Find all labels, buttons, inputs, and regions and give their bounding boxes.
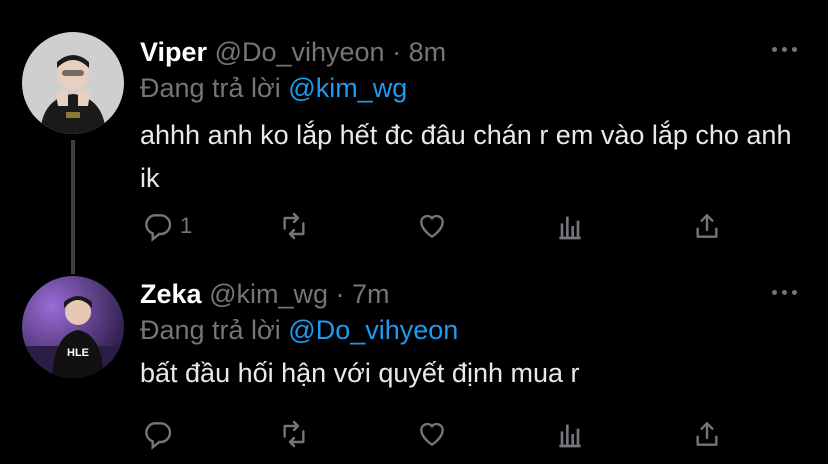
retweet-button[interactable]: [278, 416, 310, 452]
tweet-actions: [140, 416, 740, 452]
timestamp[interactable]: 8m: [409, 37, 447, 67]
retweet-icon: [283, 420, 305, 448]
retweet-button[interactable]: [278, 208, 310, 244]
tweet[interactable]: HLE Zeka @kim_wg · 7m Đang trả lời @Do_v…: [0, 268, 828, 464]
tweet-text: ahhh anh ko lắp hết đc đâu chán r em vào…: [140, 120, 792, 193]
avatar-photo: [22, 32, 124, 134]
reply-mention[interactable]: @Do_vihyeon: [288, 315, 458, 345]
reply-button[interactable]: 1: [142, 208, 192, 244]
avatar-photo: HLE: [22, 276, 124, 378]
avatar[interactable]: HLE: [22, 276, 124, 378]
timestamp[interactable]: 7m: [352, 279, 390, 309]
reply-button[interactable]: [142, 416, 180, 452]
reply-icon: [145, 214, 172, 242]
reply-context: Đang trả lời @Do_vihyeon: [140, 314, 458, 346]
analytics-button[interactable]: [554, 416, 586, 452]
reply-icon: [145, 422, 172, 450]
more-icon[interactable]: [770, 45, 800, 55]
display-name[interactable]: Zeka: [140, 279, 202, 309]
analytics-icon: [559, 424, 581, 448]
reply-label: Đang trả lời: [140, 315, 281, 345]
tweet[interactable]: Viper @Do_vihyeon · 8m Đang trả lời @kim…: [0, 0, 828, 274]
reply-label: Đang trả lời: [140, 73, 281, 103]
share-icon: [696, 214, 718, 238]
tweet-actions: 1: [140, 208, 740, 244]
analytics-icon: [559, 216, 581, 240]
share-button[interactable]: [691, 208, 723, 244]
like-icon: [420, 422, 444, 447]
analytics-button[interactable]: [554, 208, 586, 244]
like-icon: [420, 214, 444, 239]
reply-count: 1: [180, 213, 193, 238]
tweet-header: Zeka @kim_wg · 7m: [140, 278, 390, 310]
display-name[interactable]: Viper: [140, 37, 207, 67]
handle[interactable]: @Do_vihyeon: [215, 37, 385, 67]
separator: ·: [335, 279, 345, 309]
share-icon: [696, 422, 718, 446]
reply-context: Đang trả lời @kim_wg: [140, 72, 407, 104]
separator: ·: [392, 37, 402, 67]
handle[interactable]: @kim_wg: [209, 279, 328, 309]
tweet-header: Viper @Do_vihyeon · 8m: [140, 36, 446, 68]
reply-mention[interactable]: @kim_wg: [288, 73, 407, 103]
tweet-text: bất đầu hối hận với quyết định mua r: [140, 358, 580, 388]
like-button[interactable]: [416, 416, 448, 452]
share-button[interactable]: [691, 416, 723, 452]
retweet-icon: [283, 212, 305, 240]
avatar[interactable]: [22, 32, 124, 134]
like-button[interactable]: [416, 208, 448, 244]
svg-text:HLE: HLE: [67, 347, 89, 359]
more-icon[interactable]: [770, 288, 800, 298]
thread-line: [71, 140, 75, 274]
